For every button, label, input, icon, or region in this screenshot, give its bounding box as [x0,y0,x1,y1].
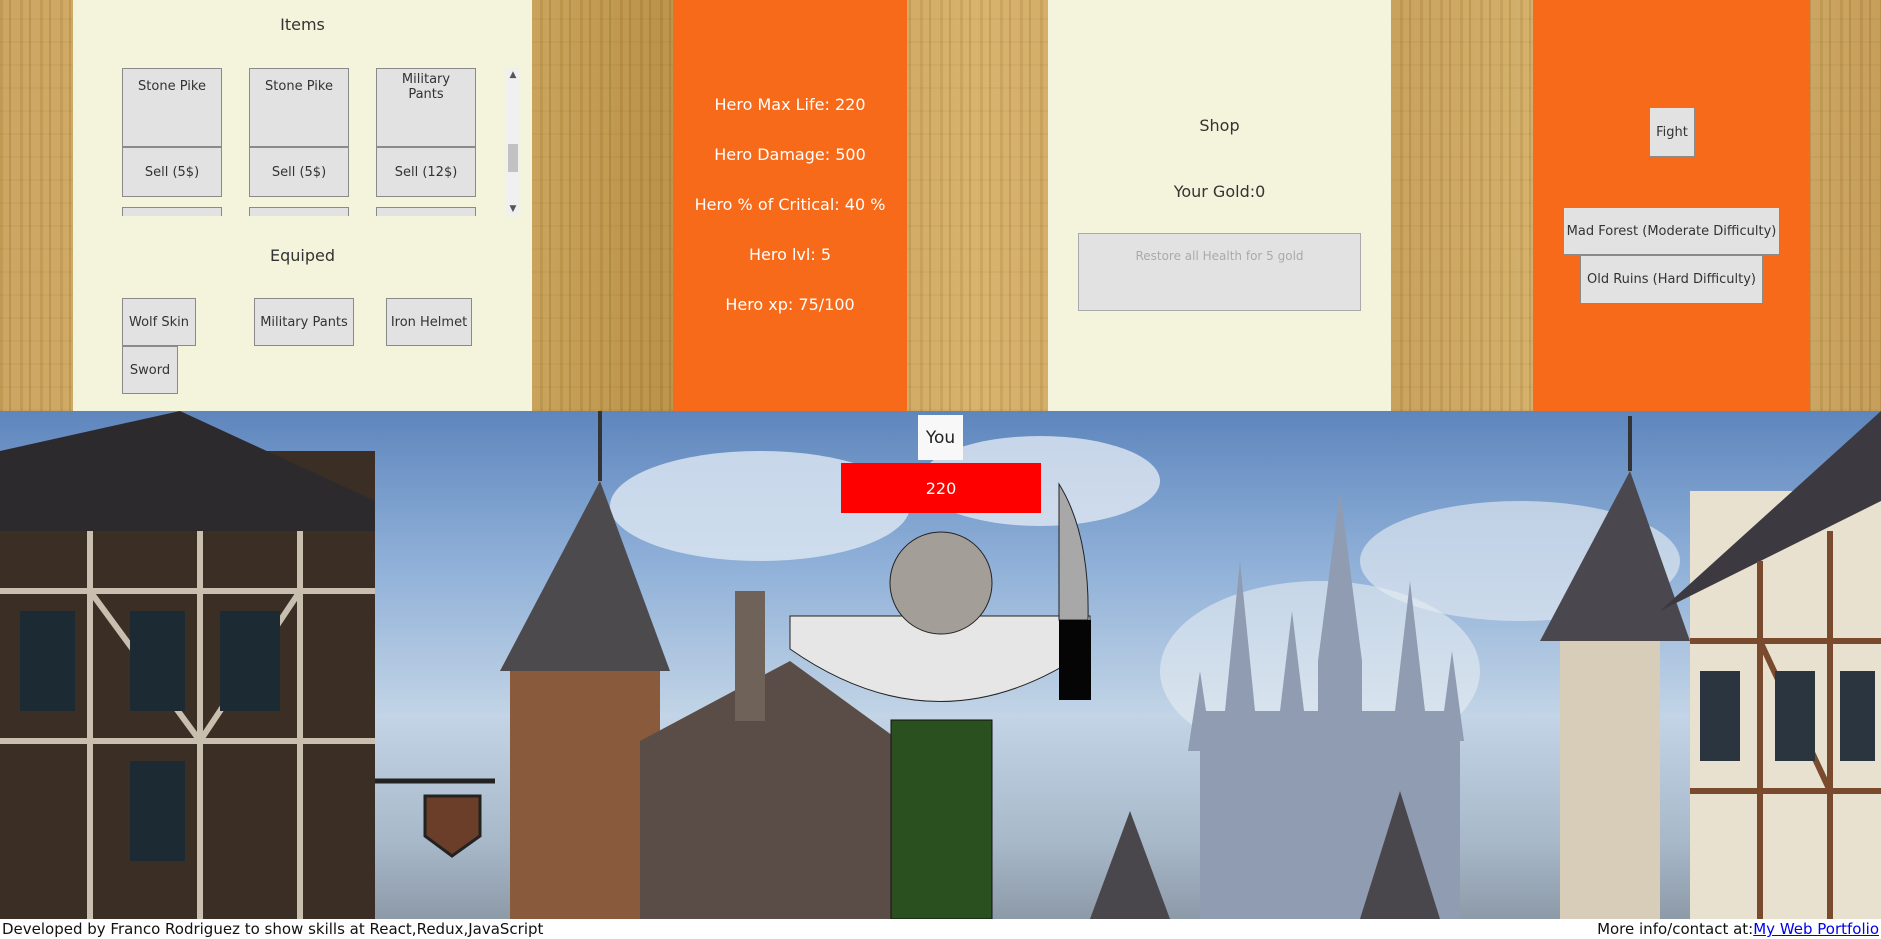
hero-head [889,531,993,635]
fight-panel: Fight Mad Forest (Moderate Difficulty) O… [1533,0,1810,411]
item-1-sell-button[interactable]: Sell (5$) [122,147,222,197]
equipped-wolf-skin[interactable]: Wolf Skin [122,298,196,346]
items-list: Stone Pike Sell (5$) Stone Pike Sell (5$… [73,68,532,216]
equipped-military-pants[interactable]: Military Pants [254,298,354,346]
stats-panel: Hero Max Life: 220 Hero Damage: 500 Hero… [673,0,907,411]
stat-max-life: Hero Max Life: 220 [714,95,866,114]
item-2-sell-button[interactable]: Sell (5$) [249,147,349,197]
portfolio-link[interactable]: My Web Portfolio [1753,920,1879,938]
scroll-thumb[interactable] [508,144,518,172]
battle-scene: You 220 [0,411,1881,919]
footer-credit: Developed by Franco Rodriguez to show sk… [2,920,544,938]
top-dashboard: Items Stone Pike Sell (5$) Stone Pike Se… [0,0,1881,411]
gold-display: Your Gold:0 [1173,182,1266,201]
zone-old-ruins-button[interactable]: Old Ruins (Hard Difficulty) [1580,255,1763,304]
item-1[interactable]: Stone Pike [122,68,222,147]
footer: Developed by Franco Rodriguez to show sk… [0,919,1881,939]
stat-level: Hero lvl: 5 [749,245,831,264]
equipped-iron-helmet[interactable]: Iron Helmet [386,298,472,346]
equipped-title: Equiped [269,246,335,265]
item-3-sell-button[interactable]: Sell (12$) [376,147,476,197]
fight-button[interactable]: Fight [1649,107,1695,157]
equipped-sword[interactable]: Sword [122,346,178,394]
item-6-partial[interactable] [376,207,476,216]
items-title: Items [280,15,325,34]
sword-hilt-icon [1059,620,1091,700]
restore-health-button[interactable]: Restore all Health for 5 gold [1078,233,1361,311]
items-scrollbar[interactable]: ▲ ▼ [506,68,520,216]
item-5-partial[interactable] [249,207,349,216]
hero-figure [789,482,1091,919]
stat-critical: Hero % of Critical: 40 % [694,195,886,214]
stat-xp: Hero xp: 75/100 [725,295,855,314]
scroll-down-icon[interactable]: ▼ [506,202,520,216]
zone-mad-forest-button[interactable]: Mad Forest (Moderate Difficulty) [1563,207,1780,255]
item-4-partial[interactable] [122,207,222,216]
item-2[interactable]: Stone Pike [249,68,349,147]
shop-panel: Shop Your Gold:0 Restore all Health for … [1048,0,1391,411]
footer-contact-prefix: More info/contact at: [1597,920,1754,938]
shop-title: Shop [1199,116,1240,135]
item-3[interactable]: Military Pants [376,68,476,147]
hero-name-label: You [918,415,963,460]
footer-contact: More info/contact at:My Web Portfolio [1597,920,1879,938]
hero-legs [890,719,993,919]
inventory-panel: Items Stone Pike Sell (5$) Stone Pike Se… [73,0,532,411]
scroll-up-icon[interactable]: ▲ [506,68,520,82]
stat-damage: Hero Damage: 500 [714,145,866,164]
sword-blade-icon [1058,482,1089,621]
